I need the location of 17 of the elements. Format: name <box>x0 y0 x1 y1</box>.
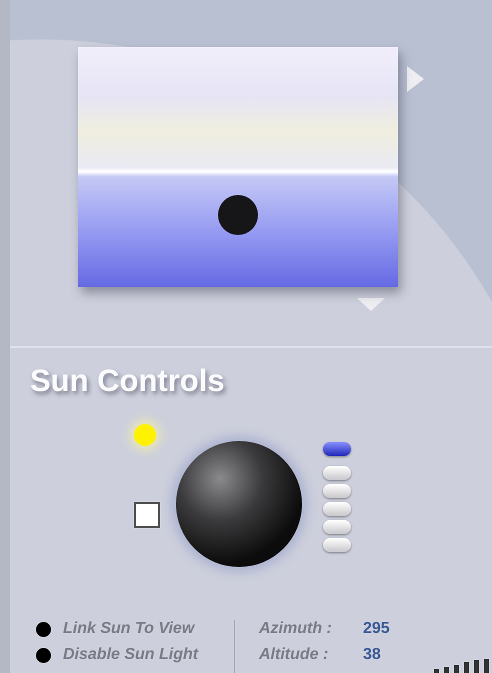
arrow-down-icon[interactable] <box>357 298 385 311</box>
radio-bullet[interactable] <box>36 648 51 662</box>
radio-bullet[interactable] <box>36 622 51 636</box>
reading-value: 295 <box>363 620 390 638</box>
arrow-right-icon[interactable] <box>407 66 424 92</box>
reading-label: Azimuth : <box>259 620 333 638</box>
indicator-light[interactable] <box>134 424 156 446</box>
option-label[interactable]: Disable Sun Light <box>63 646 198 664</box>
sky-preview[interactable] <box>78 47 398 287</box>
option-label[interactable]: Link Sun To View <box>63 620 194 638</box>
step-button[interactable] <box>323 442 351 456</box>
reading-value: 38 <box>363 646 381 664</box>
color-swatch[interactable] <box>134 502 160 528</box>
sun-marker[interactable] <box>218 195 258 235</box>
signal-bars-icon <box>434 659 490 673</box>
reading-label: Altitude : <box>259 646 330 664</box>
section-title: Sun Controls <box>30 362 225 400</box>
